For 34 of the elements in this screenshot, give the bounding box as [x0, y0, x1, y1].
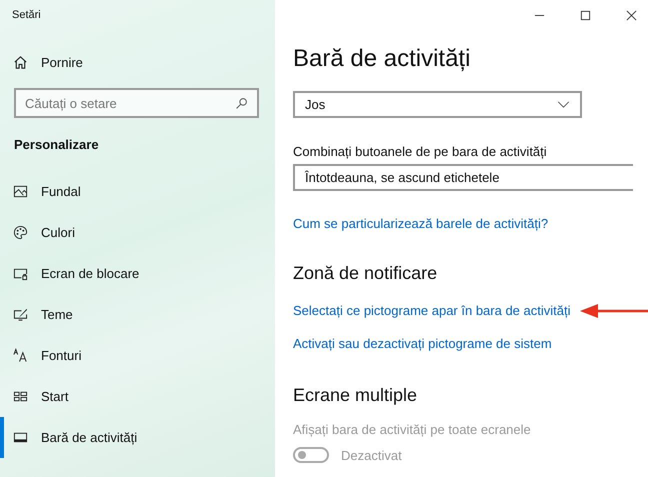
sidebar-item[interactable]: Teme	[0, 294, 275, 335]
search-field[interactable]: Căutați o setare	[14, 88, 259, 118]
combine-dropdown[interactable]: Întotdeauna, se ascund etichetele	[293, 164, 633, 191]
help-link[interactable]: Cum se particularizează barele de activități?	[293, 216, 548, 231]
annotation-arrow	[580, 302, 648, 318]
setting-label: Afișați bara de activități pe toate ecranele	[293, 422, 532, 439]
taskbar-icon	[13, 430, 28, 445]
maximize-icon	[580, 10, 591, 20]
chevron-down-icon	[557, 101, 570, 108]
position-dropdown[interactable]: Jos	[293, 91, 582, 118]
settings-link[interactable]: Activați sau dezactivați pictograme de sistem	[293, 336, 552, 351]
brush-monitor-icon	[13, 307, 28, 322]
search-icon	[235, 97, 248, 110]
section-heading: Ecrane multiple	[293, 385, 418, 407]
lock-screen-icon	[13, 266, 28, 281]
sidebar-item[interactable]: Start	[0, 376, 275, 417]
sidebar-item[interactable]: Fonturi	[0, 335, 275, 376]
palette-icon	[13, 225, 28, 240]
close-icon	[626, 10, 637, 20]
toggle-state-label: Dezactivat	[341, 448, 402, 462]
sidebar-item[interactable]: Fundal	[0, 171, 275, 212]
sidebar-item[interactable]: Culori	[0, 212, 275, 253]
section-heading: Zonă de notificare	[293, 263, 438, 285]
setting-label: Combinați butoanele de pe bara de activități	[293, 144, 548, 161]
font-icon	[13, 348, 28, 363]
picture-frame-icon	[13, 184, 28, 199]
settings-link[interactable]: Selectați ce pictograme apar în bara de activități	[293, 303, 570, 318]
home-icon	[13, 54, 28, 70]
tiles-icon	[13, 389, 28, 404]
sidebar-item[interactable]: Ecran de blocare	[0, 253, 275, 294]
home-nav-item[interactable]: Pornire	[0, 42, 275, 82]
page-title: Bară de activități	[293, 44, 472, 74]
section-heading: Personalizare	[13, 136, 100, 154]
window-title: Setări	[11, 8, 42, 23]
